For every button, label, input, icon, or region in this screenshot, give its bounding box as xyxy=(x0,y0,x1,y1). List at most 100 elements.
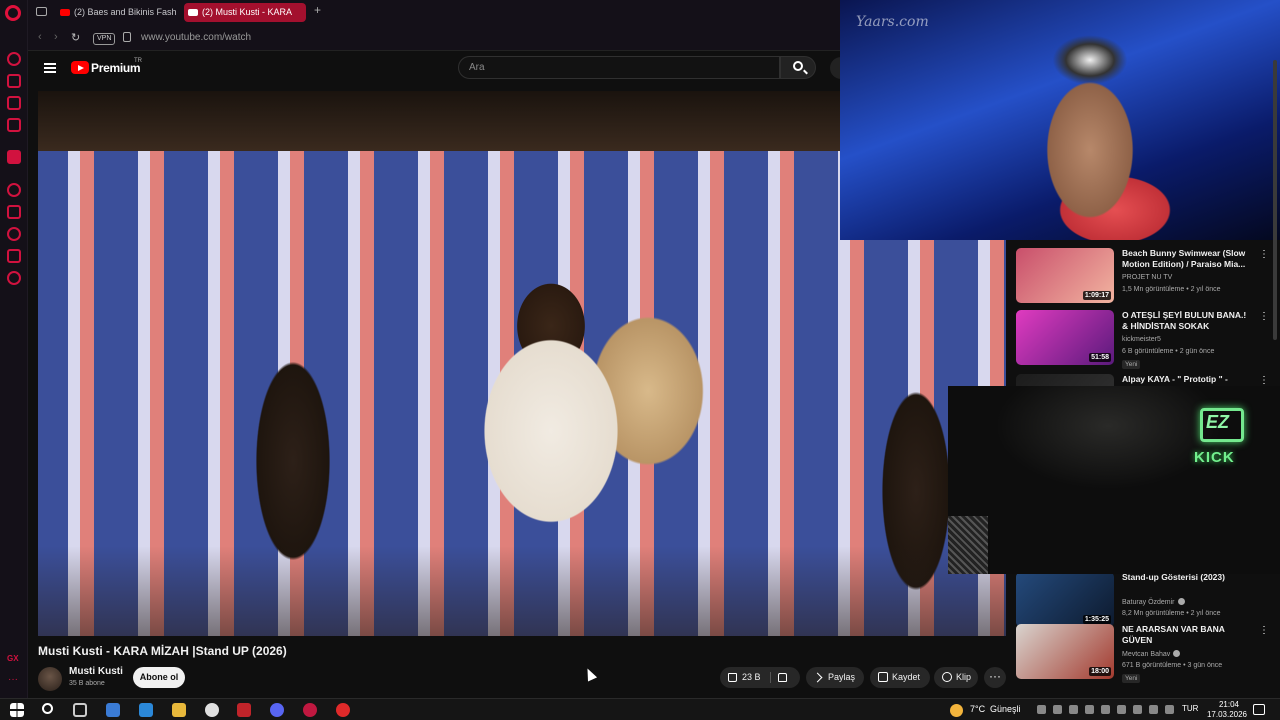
mouse-cursor-icon xyxy=(582,666,598,682)
save-button[interactable]: Kaydet xyxy=(870,667,930,688)
taskbar-search-icon[interactable] xyxy=(42,703,53,714)
channel-avatar[interactable] xyxy=(38,667,62,691)
tab-switcher-icon[interactable] xyxy=(36,7,47,16)
forward-icon[interactable]: › xyxy=(54,31,58,43)
file-explorer-icon[interactable] xyxy=(172,703,186,717)
tray-app-icon[interactable] xyxy=(1053,705,1062,714)
rec-thumbnail[interactable]: 1:09:17 xyxy=(1016,248,1114,303)
rec-title[interactable]: NE ARARSAN VAR BANA GÜVEN xyxy=(1122,624,1252,646)
settings-gear-icon[interactable] xyxy=(7,271,21,285)
thumbs-down-icon[interactable] xyxy=(778,673,787,682)
search-icon xyxy=(793,61,803,71)
extensions-icon[interactable] xyxy=(7,249,21,263)
rec-channel[interactable]: Baturay Özdemir xyxy=(1122,598,1185,606)
social-icon[interactable] xyxy=(7,118,21,132)
kebab-menu-icon[interactable]: ⋮ xyxy=(1259,250,1269,260)
twitch-icon[interactable] xyxy=(7,150,21,164)
opera-gx-icon[interactable] xyxy=(303,703,317,717)
tab-musti-kusti[interactable]: (2) Musti Kusti - KARA xyxy=(184,3,306,22)
network-icon[interactable] xyxy=(1149,705,1158,714)
like-dislike-group: 23 B xyxy=(720,667,800,688)
pip-video-runway[interactable]: Yaars.com xyxy=(840,0,1280,240)
tray-app-icon[interactable] xyxy=(1037,705,1046,714)
url-field[interactable]: www.youtube.com/watch xyxy=(141,32,251,43)
youtube-favicon-icon xyxy=(60,9,70,16)
outlook-icon[interactable] xyxy=(139,703,153,717)
lock-icon[interactable] xyxy=(123,32,131,42)
opera-icon[interactable] xyxy=(336,703,350,717)
rec-channel[interactable]: PROJET NU TV xyxy=(1122,274,1172,281)
subscribe-button[interactable]: Abone ol xyxy=(133,667,185,688)
pip-video-stream[interactable]: EZ KICK xyxy=(948,386,1280,574)
more-actions-button[interactable]: ··· xyxy=(984,667,1006,688)
kebab-menu-icon[interactable]: ⋮ xyxy=(1259,376,1269,386)
weather-temp[interactable]: 7°C xyxy=(970,704,985,714)
tab-baes-and-bikinis[interactable]: (2) Baes and Bikinis Fashio xyxy=(56,3,176,22)
reload-icon[interactable]: ↻ xyxy=(71,31,80,44)
rec-channel[interactable]: Mevtcan Bahav xyxy=(1122,650,1181,658)
new-tab-button[interactable]: + xyxy=(314,3,321,17)
recommendation-item[interactable]: 1:09:17 Beach Bunny Swimwear (Slow Motio… xyxy=(1016,248,1276,304)
clock-date[interactable]: 17.03.2026 xyxy=(1204,710,1250,719)
clock-time[interactable]: 21:04 xyxy=(1212,700,1246,709)
opera-logo-icon[interactable] xyxy=(5,5,21,21)
task-view-icon[interactable] xyxy=(73,703,87,717)
rec-title[interactable]: Beach Bunny Swimwear (Slow Motion Editio… xyxy=(1122,248,1252,270)
tab-bar: (2) Baes and Bikinis Fashio (2) Musti Ku… xyxy=(28,0,840,25)
like-count[interactable]: 23 B xyxy=(742,667,761,688)
rec-thumbnail[interactable]: 18:00 xyxy=(1016,624,1114,679)
kebab-menu-icon[interactable]: ⋮ xyxy=(1259,312,1269,322)
clip-button[interactable]: Klip xyxy=(934,667,978,688)
recommendation-item[interactable]: 51:58 O ATEŞLİ ŞEYİ BULUN BANA.! & HİNDİ… xyxy=(1016,310,1276,369)
more-icon[interactable]: ··· xyxy=(8,674,18,685)
scroll-thumb[interactable] xyxy=(1273,60,1277,340)
page-scrollbar[interactable] xyxy=(1272,40,1278,690)
bag-icon[interactable] xyxy=(7,74,21,88)
tray-app-icon[interactable] xyxy=(1069,705,1078,714)
search-button[interactable] xyxy=(780,56,816,79)
recommendation-item[interactable]: 1:35:25 Stand-up Gösterisi (2023) Batura… xyxy=(1016,572,1276,628)
windows-start-icon[interactable] xyxy=(10,703,24,717)
duration-badge: 1:09:17 xyxy=(1082,291,1111,300)
bookmark-icon[interactable] xyxy=(7,205,21,219)
weather-sun-icon[interactable] xyxy=(950,704,963,717)
player-icon[interactable] xyxy=(7,183,21,197)
chrome-icon[interactable] xyxy=(205,703,219,717)
copilot-icon[interactable] xyxy=(106,703,120,717)
subscriber-count: 35 B abone xyxy=(69,680,105,687)
rec-meta: 8,2 Mn görüntüleme • 2 yıl önce xyxy=(1122,610,1221,617)
youtube-premium-brand[interactable]: Premium xyxy=(91,61,141,75)
rec-title[interactable]: Alpay KAYA - " Prototip " - xyxy=(1122,374,1252,385)
rec-channel[interactable]: kickmeister5 xyxy=(1122,336,1161,343)
thumbs-up-icon[interactable] xyxy=(728,673,737,682)
notification-icon[interactable] xyxy=(1253,704,1265,715)
tray-app-icon[interactable] xyxy=(1085,705,1094,714)
recommendation-item[interactable]: 18:00 NE ARARSAN VAR BANA GÜVEN Mevtcan … xyxy=(1016,624,1276,683)
weather-desc[interactable]: Güneşli xyxy=(990,704,1021,714)
channel-name[interactable]: Musti Kusti xyxy=(69,666,123,677)
kebab-menu-icon[interactable]: ⋮ xyxy=(1259,626,1269,636)
share-button[interactable]: Paylaş xyxy=(806,667,864,688)
share-label: Paylaş xyxy=(828,672,856,682)
video-editor-icon[interactable] xyxy=(237,703,251,717)
youtube-logo-icon[interactable] xyxy=(71,61,89,74)
rec-thumbnail[interactable]: 1:35:25 xyxy=(1016,572,1114,627)
messenger-icon[interactable] xyxy=(7,96,21,110)
input-language[interactable]: TUR xyxy=(1182,704,1198,713)
tray-app-icon[interactable] xyxy=(1101,705,1110,714)
duration-badge: 1:35:25 xyxy=(1082,615,1111,624)
search-input[interactable] xyxy=(469,57,769,78)
vpn-badge[interactable]: VPN xyxy=(93,33,116,45)
speed-dial-icon[interactable] xyxy=(7,52,21,66)
history-icon[interactable] xyxy=(7,227,21,241)
search-box xyxy=(458,56,780,79)
volume-icon[interactable] xyxy=(1165,705,1174,714)
microphone-icon[interactable] xyxy=(1133,705,1142,714)
back-icon[interactable]: ‹ xyxy=(38,31,42,43)
discord-icon[interactable] xyxy=(270,703,284,717)
rec-title[interactable]: O ATEŞLİ ŞEYİ BULUN BANA.! & HİNDİSTAN S… xyxy=(1122,310,1252,332)
rec-thumbnail[interactable]: 51:58 xyxy=(1016,310,1114,365)
hamburger-menu-icon[interactable] xyxy=(44,63,56,73)
tray-app-icon[interactable] xyxy=(1117,705,1126,714)
gx-label[interactable]: GX xyxy=(7,654,19,663)
